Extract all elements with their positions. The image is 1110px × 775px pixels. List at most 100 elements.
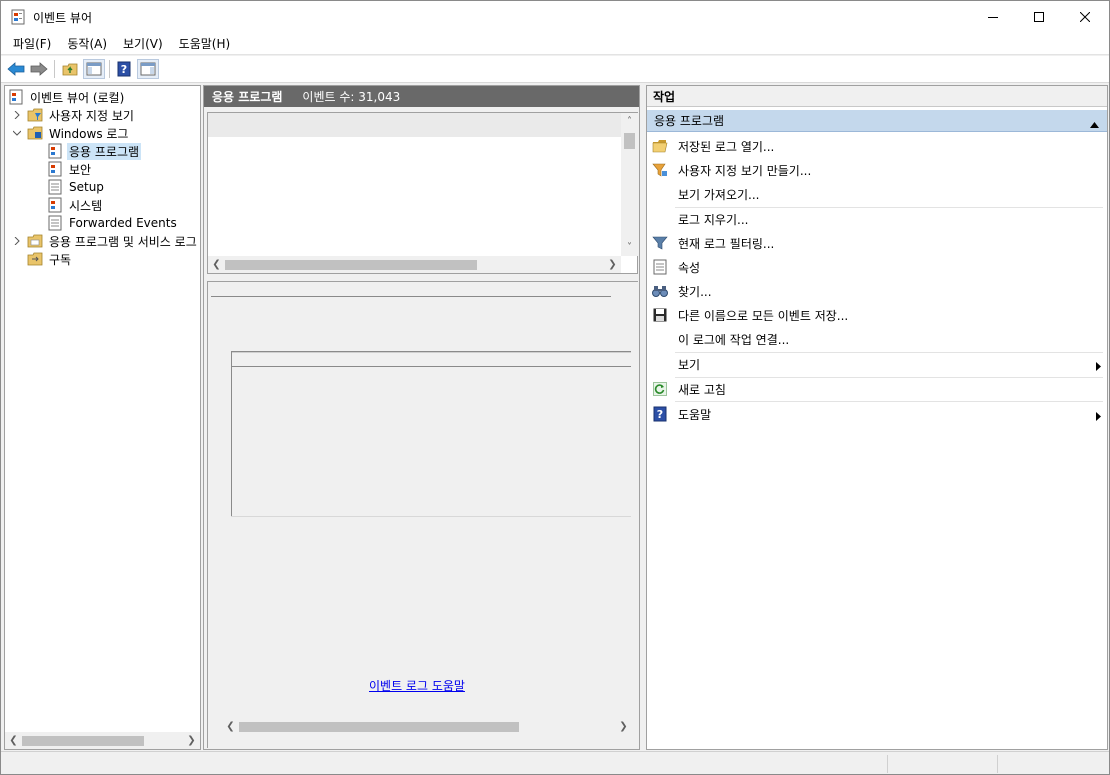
action-filter-current-log[interactable]: 현재 로그 필터링... [647,231,1107,255]
scroll-right-icon[interactable]: ❯ [183,732,200,749]
tree-item-system[interactable]: 시스템 [5,196,200,214]
log-icon [47,143,63,159]
tree-item-application[interactable]: 응용 프로그램 [5,142,200,160]
menu-view[interactable]: 보기(V) [115,33,171,54]
save-disk-icon [652,307,668,323]
action-clear-log[interactable]: 로그 지우기... [647,207,1107,231]
action-help-label: 도움말 [678,407,712,422]
blank-icon [652,356,668,372]
minimize-icon [988,17,998,18]
action-refresh[interactable]: 새로 고침 [647,377,1107,401]
status-cell [887,755,997,773]
chevron-right-icon[interactable] [11,235,23,247]
action-open-saved-log[interactable]: 저장된 로그 열기... [647,134,1107,158]
action-save-all-events-as[interactable]: 다른 이름으로 모든 이벤트 저장... [647,303,1107,327]
log-icon [47,197,63,213]
event-log-help-link[interactable]: 이벤트 로그 도움말 [369,677,465,694]
action-open-saved-log-label: 저장된 로그 열기... [678,139,775,154]
scroll-up-icon[interactable]: ˄ [621,113,638,130]
show-hide-action-pane-icon [140,62,156,76]
action-attach-task-label: 이 로그에 작업 연결... [678,332,790,347]
action-attach-task[interactable]: 이 로그에 작업 연결... [647,327,1107,351]
action-properties[interactable]: 속성 [647,255,1107,279]
forward-icon [30,62,48,76]
tree-item-subscriptions[interactable]: 구독 [5,250,200,268]
action-find-label: 찾기... [678,284,712,299]
scroll-right-icon[interactable]: ❯ [604,256,621,273]
scroll-left-icon[interactable]: ❮ [5,732,22,749]
show-hide-tree-icon [86,62,102,76]
subscription-folder-icon [27,251,43,267]
back-button[interactable] [5,59,27,79]
actions-section-application[interactable]: 응용 프로그램 [647,110,1107,132]
tree-label-windows-logs: Windows 로그 [49,126,129,141]
back-icon [7,62,25,76]
tree-item-forwarded-events[interactable]: Forwarded Events [5,214,200,232]
up-folder-button[interactable] [59,59,81,79]
collapse-up-icon[interactable] [1090,117,1099,131]
show-hide-action-pane-button[interactable] [137,59,159,79]
tree-label-root: 이벤트 뷰어 (로컬) [30,90,125,105]
action-import-custom-view-label: 보기 가져오기... [678,187,760,202]
action-view[interactable]: 보기 [647,352,1107,376]
action-create-custom-view[interactable]: 사용자 지정 보기 만들기... [647,158,1107,182]
actions-header: 작업 [647,86,1107,107]
folder-icon [27,233,43,249]
forward-button[interactable] [28,59,50,79]
event-list[interactable]: ˄ ˅ ❮ ❯ [207,112,638,274]
action-refresh-label: 새로 고침 [678,382,726,397]
tree-item-setup[interactable]: Setup [5,178,200,196]
action-clear-log-label: 로그 지우기... [678,212,749,227]
event-list-horizontal-scrollbar[interactable]: ❮ ❯ [208,256,621,273]
scroll-thumb[interactable] [225,260,477,270]
chevron-right-icon[interactable] [11,109,23,121]
results-header: 응용 프로그램 이벤트 수: 31,043 [204,86,639,107]
show-hide-tree-button[interactable] [83,59,105,79]
action-import-custom-view[interactable]: 보기 가져오기... [647,182,1107,206]
scroll-thumb[interactable] [22,736,144,746]
chevron-down-icon[interactable] [11,127,23,139]
action-filter-current-log-label: 현재 로그 필터링... [678,236,775,251]
action-find[interactable]: 찾기... [647,279,1107,303]
help-button[interactable]: ? [113,59,135,79]
tree-item-windows-logs[interactable]: Windows 로그 [5,124,200,142]
scroll-down-icon[interactable]: ˅ [621,239,638,256]
event-viewer-icon [8,89,24,105]
minimize-button[interactable] [970,1,1016,33]
close-button[interactable] [1062,1,1108,33]
scroll-left-icon[interactable]: ❮ [222,718,239,735]
scroll-thumb[interactable] [239,722,519,732]
menu-help[interactable]: 도움말(H) [171,33,239,54]
event-count: 이벤트 수: 31,043 [302,90,401,104]
tree-label-setup: Setup [69,180,104,194]
tree-horizontal-scrollbar[interactable]: ❮ ❯ [5,732,200,749]
scroll-thumb[interactable] [624,133,635,149]
scroll-left-icon[interactable]: ❮ [208,256,225,273]
scroll-right-icon[interactable]: ❯ [615,718,632,735]
close-icon [1080,12,1090,22]
submenu-arrow-icon [1096,360,1101,374]
help-icon: ? [652,406,668,422]
status-bar [1,751,1109,774]
title-bar[interactable]: 이벤트 뷰어 [1,1,1109,33]
tree-item-custom-views[interactable]: 사용자 지정 보기 [5,106,200,124]
event-list-column-header[interactable] [208,113,621,137]
event-list-vertical-scrollbar[interactable]: ˄ ˅ [621,113,638,256]
tree-item-root[interactable]: 이벤트 뷰어 (로컬) [5,88,200,106]
console-tree-pane: 이벤트 뷰어 (로컬) 사용자 지정 보기 Windows 로그 응용 프로그램… [4,85,201,750]
tree-item-security[interactable]: 보안 [5,160,200,178]
menu-action[interactable]: 동작(A) [59,33,115,54]
tree-item-apps-services[interactable]: 응용 프로그램 및 서비스 로그 [5,232,200,250]
action-help[interactable]: ? 도움말 [647,402,1107,426]
open-folder-icon [652,138,668,154]
maximize-button[interactable] [1016,1,1062,33]
menu-file[interactable]: 파일(F) [5,33,59,54]
detail-frame-bottom [231,516,631,517]
detail-horizontal-scrollbar[interactable]: ❮ ❯ [222,718,632,735]
blank-icon [652,331,668,347]
log-plain-icon [47,179,63,195]
blank-icon [652,186,668,202]
tree-label-apps-services: 응용 프로그램 및 서비스 로그 [49,234,197,249]
maximize-icon [1034,12,1044,22]
event-viewer-window: 이벤트 뷰어 파일(F) 동작(A) 보기(V) 도움말(H) ? 이벤트 뷰어… [0,0,1110,775]
